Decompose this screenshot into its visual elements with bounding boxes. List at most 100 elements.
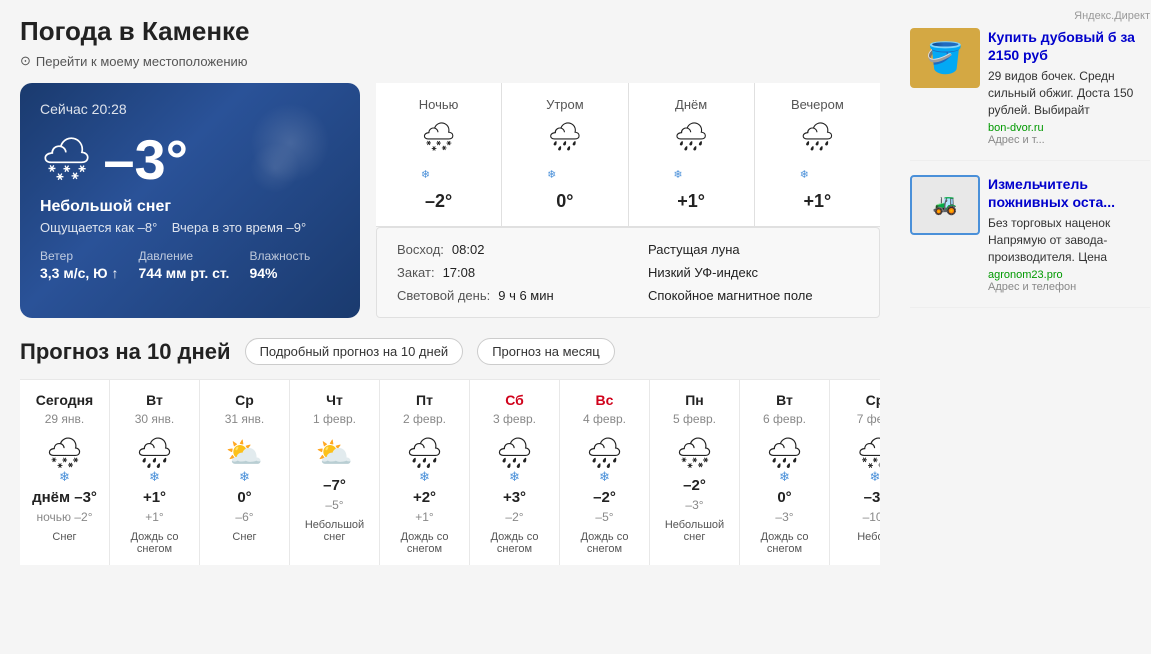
day-date: 2 февр. (403, 412, 446, 426)
day-date: 6 февр. (763, 412, 806, 426)
day-high: +1° (143, 489, 166, 506)
forecast-day[interactable]: Пн5 февр.🌨–2°–3°Небольшой снег (650, 380, 740, 565)
snow-star-icon: ❄ (239, 469, 250, 485)
forecast-day[interactable]: Пт2 февр.🌧❄+2°+1°Дождь со снегом (380, 380, 470, 565)
day-name: Пт (416, 392, 433, 408)
day-desc: Дождь со снегом (748, 531, 821, 555)
monthly-forecast-button[interactable]: Прогноз на месяц (477, 338, 615, 365)
ad-image-1: 🪣 (910, 28, 980, 88)
day-name: Вт (146, 392, 163, 408)
current-temp-row: 🌨 –3° (40, 127, 340, 192)
day-date: 4 февр. (583, 412, 626, 426)
day-icon-wrap: 🌧❄ (405, 430, 443, 485)
location-link[interactable]: ⊙ Перейти к моему местоположению (20, 53, 880, 69)
day-desc: Снег (52, 531, 76, 543)
day-high: –7° (323, 477, 346, 494)
pressure-detail: Давление 744 мм рт. ст. (139, 249, 230, 281)
day-high: –2° (593, 489, 616, 506)
day-weather-icon: ⛅ (226, 436, 263, 471)
day-icon-wrap: 🌨 (675, 430, 713, 473)
day-name: Ср (235, 392, 254, 408)
sidebar: Яндекс.Директ 🪣 Купить дубовый б за 2150… (900, 0, 1151, 581)
day-desc: Дождь со снегом (568, 531, 641, 555)
magnetic-item: Спокойное магнитное поле (648, 288, 859, 303)
day-high: +3° (503, 489, 526, 506)
forecast-day[interactable]: Ср7 фе...🌨❄–3°–10°Небо... (830, 380, 880, 565)
day-desc: Дождь со снегом (388, 531, 461, 555)
day-date: 5 февр. (673, 412, 716, 426)
current-weather-card: Сейчас 20:28 🌨 –3° Небольшой снег Ощущае… (20, 83, 360, 318)
day-weather-icon: 🌧 (585, 436, 623, 471)
day-name: Чт (326, 392, 343, 408)
day-desc: Дождь со снегом (478, 531, 551, 555)
day-high: 0° (237, 489, 251, 506)
day-weather-icon: 🌧 (135, 436, 173, 471)
day-low: ночью –2° (36, 510, 92, 524)
day-desc: Дождь со снегом (118, 531, 191, 555)
right-panel: Ночью 🌨❄ –2° Утром 🌧❄ 0° Д (376, 83, 880, 318)
forecast-section: Прогноз на 10 дней Подробный прогноз на … (20, 338, 880, 565)
snow-star-icon: ❄ (599, 469, 610, 485)
day-date: 29 янв. (45, 412, 85, 426)
day-icon-wrap: 🌧❄ (585, 430, 623, 485)
day-icon-wrap: 🌧❄ (765, 430, 803, 485)
sun-info: Восход: 08:02 Растущая луна Закат: 17:08… (376, 227, 880, 318)
day-low: –3° (685, 498, 703, 512)
day-high: +2° (413, 489, 436, 506)
day-desc: Снег (232, 531, 256, 543)
current-temp: –3° (103, 127, 188, 192)
day-weather-icon: 🌧 (495, 436, 533, 471)
sunrise-item: Восход: 08:02 (397, 242, 608, 257)
day-low: –3° (775, 510, 793, 524)
day-high: днём –3° (32, 489, 97, 506)
forecast-day[interactable]: Вс 4 февр. 🌧❄ –2° –5° Дождь со снегом (560, 380, 650, 565)
day-desc: Небо... (857, 531, 880, 543)
detailed-forecast-button[interactable]: Подробный прогноз на 10 дней (245, 338, 464, 365)
humidity-detail: Влажность 94% (249, 249, 310, 281)
timeofday-day: Днём 🌧❄ +1° (629, 83, 755, 227)
day-date: 30 янв. (135, 412, 175, 426)
day-name: Вс (596, 392, 614, 408)
day-desc: Небольшой снег (298, 519, 371, 543)
day-weather-icon: 🌧 (765, 436, 803, 471)
day-date: 31 янв. (225, 412, 265, 426)
day-low: –5° (595, 510, 613, 524)
snow-star-icon: ❄ (419, 469, 430, 485)
day-low: –5° (325, 498, 343, 512)
forecast-day[interactable]: Вт 6 февр. 🌧❄ 0° –3° Дождь со снегом (740, 380, 830, 565)
timeofday-evening: Вечером 🌧❄ +1° (755, 83, 880, 227)
ad-text-2: Измельчитель пожнивных оста... Без торго… (988, 175, 1150, 293)
day-low: –10° (863, 510, 880, 524)
current-details: Ветер 3,3 м/с, Ю ↑ Давление 744 мм рт. с… (40, 249, 340, 281)
day-desc: Небольшой снег (658, 519, 731, 543)
forecast-days: Сегодня29 янв.🌨❄днём –3°ночью –2°СнегВт3… (20, 379, 880, 565)
ad-item-2[interactable]: 🚜 Измельчитель пожнивных оста... Без тор… (910, 175, 1150, 308)
day-name: Сегодня (36, 392, 93, 408)
snow-star-icon: ❄ (149, 469, 160, 485)
forecast-day[interactable]: Ср31 янв.⛅❄0°–6°Снег (200, 380, 290, 565)
uv-item: Низкий УФ-индекс (648, 265, 859, 280)
day-icon-wrap: 🌧❄ (135, 430, 173, 485)
day-date: 7 фе... (857, 412, 880, 426)
snow-star-icon: ❄ (870, 469, 880, 485)
day-high: 0° (777, 489, 791, 506)
snow-star-icon: ❄ (779, 469, 790, 485)
timeofday-morning: Утром 🌧❄ 0° (502, 83, 628, 227)
ad-item-1[interactable]: 🪣 Купить дубовый б за 2150 руб 29 видов … (910, 28, 1150, 161)
forecast-day[interactable]: Сб3 февр.🌧❄+3°–2°Дождь со снегом (470, 380, 560, 565)
day-high: –3° (864, 489, 880, 506)
day-weather-icon: 🌨 (675, 436, 713, 471)
current-description: Небольшой снег (40, 198, 340, 216)
forecast-day[interactable]: Чт1 февр.⛅–7°–5°Небольшой снег (290, 380, 380, 565)
day-weather-icon: 🌨 (856, 436, 880, 471)
snow-star-icon: ❄ (509, 469, 520, 485)
sunset-item: Закат: 17:08 (397, 265, 608, 280)
forecast-day[interactable]: Сегодня29 янв.🌨❄днём –3°ночью –2°Снег (20, 380, 110, 565)
day-name: Вт (776, 392, 793, 408)
ad-image-2: 🚜 (910, 175, 980, 235)
day-high: –2° (683, 477, 706, 494)
moon-item: Растущая луна (648, 242, 859, 257)
daylight-item: Световой день: 9 ч 6 мин (397, 288, 608, 303)
forecast-day[interactable]: Вт30 янв.🌧❄+1°+1°Дождь со снегом (110, 380, 200, 565)
day-icon: 🌧❄ (673, 120, 709, 185)
